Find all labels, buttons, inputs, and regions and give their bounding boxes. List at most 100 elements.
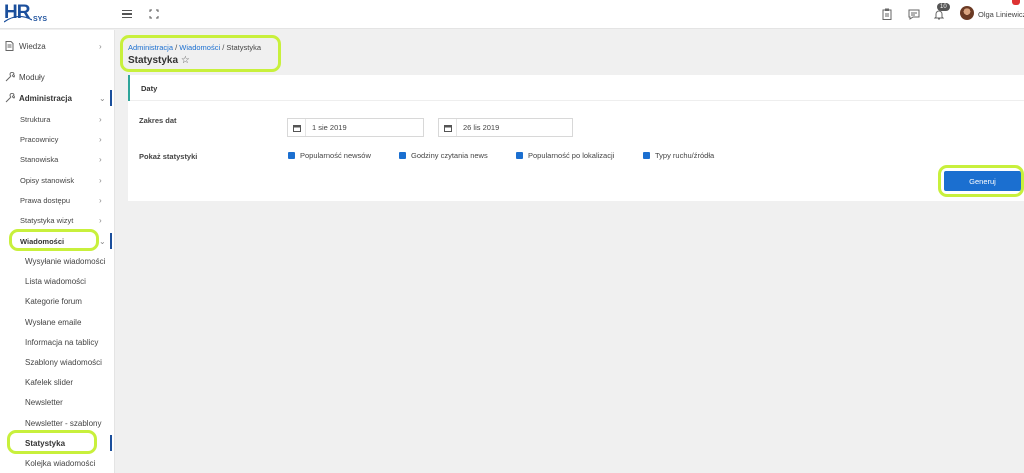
hrsys-logo[interactable]: HR SYS	[4, 2, 64, 26]
sidebar-item-label: Newsletter	[25, 397, 63, 407]
chevron-right-icon: ›	[99, 154, 102, 164]
chevron-right-icon: ›	[99, 114, 102, 124]
sidebar-item-statystyka[interactable]: Statystyka	[0, 433, 115, 453]
sidebar-item-label: Kategorie forum	[25, 296, 82, 306]
sidebar-item-opisy-stanowisk[interactable]: Opisy stanowisk ›	[0, 170, 115, 190]
wrench-icon	[5, 71, 16, 82]
sidebar-item-label: Wysłane emaile	[25, 317, 82, 327]
active-indicator	[110, 435, 112, 451]
sidebar-item-administracja[interactable]: Administracja ⌄	[0, 88, 115, 108]
chevron-right-icon: ›	[99, 134, 102, 144]
sidebar-item-statystyka-wizyt[interactable]: Statystyka wizyt ›	[0, 210, 115, 230]
fullscreen-icon[interactable]	[147, 7, 161, 21]
chevron-down-icon: ⌄	[99, 236, 106, 246]
notification-badge: 10	[937, 3, 950, 11]
calendar-icon[interactable]	[288, 119, 306, 136]
sidebar-item-label: Newsletter - szablony	[25, 418, 102, 428]
sidebar-item-label: Opisy stanowisk	[20, 175, 75, 185]
logo-sub-text: SYS	[33, 16, 48, 23]
sidebar-item-prawa-dostepu[interactable]: Prawa dostępu ›	[0, 190, 115, 210]
flag-icon	[1012, 0, 1020, 5]
checkbox-popularnosc-lokalizacji[interactable]: Popularność po lokalizacji	[516, 151, 614, 160]
date-range-label: Zakres dat	[139, 116, 177, 125]
sidebar-item-label: Szablony wiadomości	[25, 357, 102, 367]
date-to-field[interactable]: 26 lis 2019	[438, 118, 573, 137]
checkbox-label: Popularność po lokalizacji	[528, 151, 615, 160]
checkbox-checked-icon[interactable]	[399, 152, 406, 159]
clipboard-icon[interactable]	[880, 7, 894, 21]
sidebar-item-wyslane-emaile[interactable]: Wysłane emaile	[0, 312, 115, 332]
sidebar-item-label: Lista wiadomości	[25, 276, 86, 286]
sidebar-item-szablony-wiadomosci[interactable]: Szablony wiadomości	[0, 352, 115, 372]
checkbox-typy-ruchu[interactable]: Typy ruchu/źródła	[643, 151, 714, 160]
sidebar-item-label: Statystyka wizyt	[20, 215, 74, 225]
breadcrumb-current: Statystyka	[226, 43, 261, 52]
user-name[interactable]: Olga Liniewicz	[978, 10, 1024, 19]
tab-active-indicator	[128, 75, 130, 101]
active-indicator	[110, 233, 112, 249]
sidebar-item-wiedza[interactable]: Wiedza ›	[0, 36, 115, 56]
chevron-right-icon: ›	[99, 175, 102, 185]
checkbox-checked-icon[interactable]	[643, 152, 650, 159]
document-icon	[5, 41, 15, 51]
sidebar-item-informacja-na-tablicy[interactable]: Informacja na tablicy	[0, 332, 115, 352]
date-from-field[interactable]: 1 sie 2019	[287, 118, 424, 137]
sidebar-item-pracownicy[interactable]: Pracownicy ›	[0, 129, 115, 149]
checkbox-popularnosc-newsow[interactable]: Popularność newsów	[288, 151, 371, 160]
chevron-right-icon: ›	[99, 195, 102, 205]
logo-main-text: HR	[4, 2, 30, 23]
chat-icon[interactable]	[907, 7, 921, 21]
sidebar-item-label: Kafelek slider	[25, 377, 74, 387]
sidebar-item-newsletter[interactable]: Newsletter	[0, 392, 115, 412]
sidebar-item-label: Wysyłanie wiadomości	[25, 256, 106, 266]
sidebar-item-label: Stanowiska	[20, 154, 59, 164]
page-title: Statystyka	[128, 55, 179, 66]
checkbox-label: Typy ruchu/źródła	[655, 151, 715, 160]
checkbox-label: Godziny czytania news	[411, 151, 488, 160]
chevron-right-icon: ›	[99, 41, 102, 51]
sidebar-item-label: Prawa dostępu	[20, 195, 71, 205]
chevron-right-icon: ›	[99, 215, 102, 225]
sidebar-item-moduly[interactable]: Moduły	[0, 67, 115, 87]
active-indicator	[110, 90, 112, 106]
wrench-icon	[5, 92, 16, 103]
star-icon[interactable]: ☆	[181, 55, 190, 66]
top-bar: HR SYS 10 Olga Liniewicz	[0, 0, 1024, 29]
sidebar: Wiedza › Moduły Administracja ⌄ Struktur…	[0, 30, 115, 473]
sidebar-item-label: Informacja na tablicy	[25, 337, 99, 347]
sidebar-item-newsletter-szablony[interactable]: Newsletter - szablony	[0, 413, 115, 433]
sidebar-item-kolejka-wiadomosci[interactable]: Kolejka wiadomości	[0, 453, 115, 473]
checkbox-label: Popularność newsów	[300, 151, 371, 160]
sidebar-item-struktura[interactable]: Struktura ›	[0, 109, 115, 129]
sidebar-item-label: Administracja	[19, 93, 72, 103]
sidebar-item-stanowiska[interactable]: Stanowiska ›	[0, 149, 115, 169]
sidebar-item-wiadomosci[interactable]: Wiadomości ⌄	[0, 231, 115, 251]
sidebar-item-kafelek-slider[interactable]: Kafelek slider	[0, 372, 115, 392]
sidebar-item-label: Statystyka	[25, 438, 66, 448]
generate-button[interactable]: Generuj	[944, 171, 1021, 191]
sidebar-item-label: Kolejka wiadomości	[25, 458, 96, 468]
sidebar-item-label: Struktura	[20, 114, 51, 124]
checkbox-checked-icon[interactable]	[516, 152, 523, 159]
tab-daty[interactable]: Daty	[128, 75, 1024, 101]
sidebar-item-label: Moduły	[19, 72, 45, 82]
show-stats-label: Pokaż statystyki	[139, 152, 198, 161]
sidebar-item-label: Pracownicy	[20, 134, 59, 144]
breadcrumb-link-wiadomosci[interactable]: Wiadomości	[179, 43, 220, 52]
page-header: Administracja / Wiadomości / Statystyka …	[128, 43, 261, 66]
breadcrumb: Administracja / Wiadomości / Statystyka	[128, 43, 261, 52]
sidebar-item-kategorie-forum[interactable]: Kategorie forum	[0, 291, 115, 311]
page-title-row: Statystyka ☆	[128, 55, 261, 66]
user-avatar[interactable]	[960, 6, 974, 20]
tab-label: Daty	[141, 84, 158, 93]
statistics-card: Daty Zakres dat 1 sie 2019 26 lis 2019 P…	[128, 75, 1024, 201]
sidebar-item-wysylanie-wiadomosci[interactable]: Wysyłanie wiadomości	[0, 251, 115, 271]
hamburger-icon[interactable]	[120, 7, 134, 21]
breadcrumb-link-administracja[interactable]: Administracja	[128, 43, 173, 52]
chevron-down-icon: ⌄	[99, 93, 106, 103]
checkbox-checked-icon[interactable]	[288, 152, 295, 159]
sidebar-item-label: Wiedza	[19, 41, 46, 51]
calendar-icon[interactable]	[439, 119, 457, 136]
checkbox-godziny-czytania[interactable]: Godziny czytania news	[399, 151, 488, 160]
sidebar-item-lista-wiadomosci[interactable]: Lista wiadomości	[0, 271, 115, 291]
